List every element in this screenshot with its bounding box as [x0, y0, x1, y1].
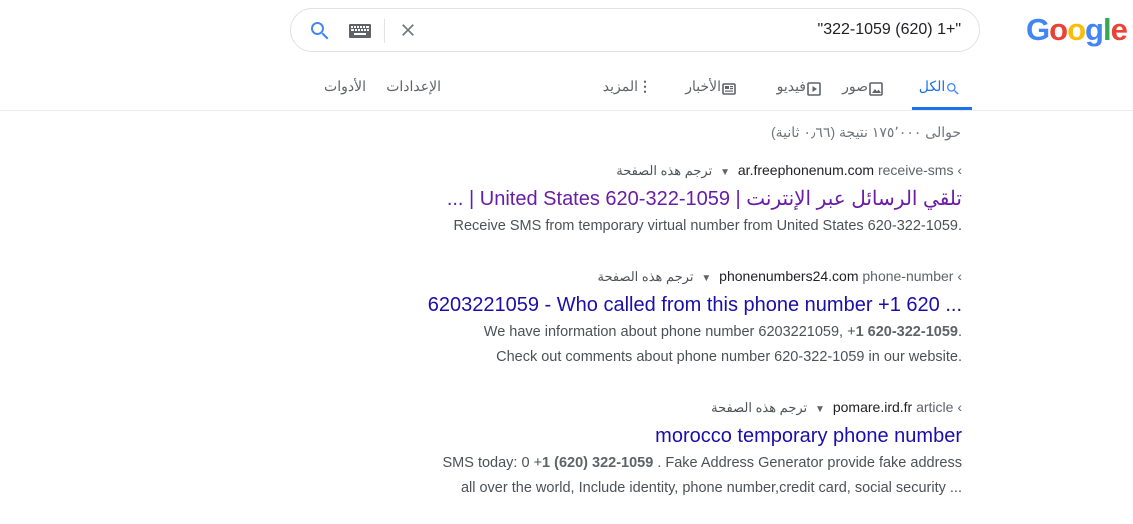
- tab-news-label: الأخبار: [685, 78, 721, 94]
- tabs-divider: [0, 110, 1133, 111]
- search-input[interactable]: "322-1059 (620) 1+": [818, 21, 961, 39]
- result-path: receive-sms ‹: [877, 162, 962, 178]
- logo-letter: G: [1026, 12, 1050, 47]
- result-path: article ‹: [916, 399, 962, 415]
- tab-all-label: الكل: [918, 78, 946, 94]
- google-logo[interactable]: Google: [1026, 12, 1128, 48]
- result-domain: phonenumbers24.com: [719, 268, 859, 284]
- translate-link[interactable]: ترجم هذه الصفحة: [616, 163, 712, 178]
- logo-letter: e: [1110, 12, 1128, 47]
- snippet-highlight: 1 620-322-1059: [855, 324, 958, 340]
- logo-letter: o: [1049, 12, 1068, 47]
- search-icon: [947, 83, 959, 95]
- search-tabs: الكل صور فيديو الأخبار ⋮ المزيد الإعدادا…: [0, 78, 1133, 110]
- result-snippet: Receive SMS from temporary virtual numbe…: [342, 214, 962, 239]
- tab-videos[interactable]: فيديو: [777, 78, 828, 110]
- tab-images-label: صور: [842, 78, 868, 94]
- chevron-down-icon[interactable]: ▼: [815, 404, 825, 415]
- snippet-text: .: [957, 324, 962, 340]
- tab-tools[interactable]: الأدوات: [324, 78, 366, 95]
- result-path: phone-number ‹: [862, 268, 962, 284]
- snippet-text: We have information about phone number 6…: [483, 324, 856, 340]
- result-snippet: We have information about phone number 6…: [342, 320, 962, 370]
- tab-settings[interactable]: الإعدادات: [386, 78, 441, 95]
- tab-news[interactable]: الأخبار: [685, 78, 743, 110]
- search-result: ar.freephonenum.com receive-sms ‹ ▼ ترجم…: [342, 162, 962, 239]
- result-title[interactable]: 6203221059 - Who called from this phone …: [342, 292, 962, 318]
- tab-videos-label: فيديو: [776, 78, 806, 94]
- result-snippet-line: We have information about phone number 6…: [342, 320, 962, 345]
- close-icon[interactable]: [398, 20, 418, 40]
- chevron-down-icon[interactable]: ▼: [720, 167, 730, 178]
- image-icon: [869, 82, 883, 96]
- result-stats: حوالى ١٧٥٬٠٠٠ نتيجة (٠٫٦٦ ثانية): [771, 124, 961, 140]
- result-url[interactable]: ar.freephonenum.com receive-sms ‹ ▼ ترجم…: [342, 162, 962, 180]
- translate-link[interactable]: ترجم هذه الصفحة: [711, 400, 807, 415]
- news-icon: [722, 83, 736, 95]
- search-result: pomare.ird.fr article ‹ ▼ ترجم هذه الصفح…: [342, 399, 963, 501]
- result-snippet-line: all over the world, Include identity, ph…: [460, 480, 962, 496]
- result-snippet-line: Check out comments about phone number 62…: [496, 349, 962, 365]
- search-box[interactable]: "322-1059 (620) 1+": [290, 8, 980, 52]
- snippet-text: . Fake Address Generator provide fake ad…: [653, 455, 962, 471]
- tab-more[interactable]: ⋮ المزيد: [603, 78, 658, 110]
- snippet-highlight: 1 (620) 322-1059: [542, 455, 654, 471]
- search-icon[interactable]: [308, 19, 332, 43]
- logo-letter: l: [1102, 12, 1112, 47]
- tab-all[interactable]: الكل: [912, 78, 972, 110]
- result-snippet-line: SMS today: 0 +1 (620) 322-1059 . Fake Ad…: [342, 451, 963, 476]
- search-result: phonenumbers24.com phone-number ‹ ▼ ترجم…: [342, 268, 962, 370]
- result-url[interactable]: phonenumbers24.com phone-number ‹ ▼ ترجم…: [342, 268, 963, 286]
- logo-letter: o: [1067, 12, 1086, 47]
- search-divider: [384, 19, 385, 43]
- video-icon: [807, 82, 821, 96]
- result-snippet: SMS today: 0 +1 (620) 322-1059 . Fake Ad…: [342, 451, 963, 501]
- result-domain: ar.freephonenum.com: [737, 162, 875, 178]
- result-snippet-line: Receive SMS from temporary virtual numbe…: [453, 218, 962, 234]
- keyboard-icon[interactable]: [349, 24, 371, 38]
- result-domain: pomare.ird.fr: [832, 399, 913, 415]
- more-vert-icon: ⋮: [638, 78, 652, 94]
- translate-link[interactable]: ترجم هذه الصفحة: [598, 269, 694, 284]
- tab-images[interactable]: صور: [842, 78, 890, 110]
- chevron-down-icon[interactable]: ▼: [701, 273, 711, 284]
- logo-letter: g: [1085, 12, 1104, 47]
- result-title[interactable]: تلقي الرسائل عبر الإنترنت | United State…: [342, 186, 962, 212]
- result-url[interactable]: pomare.ird.fr article ‹ ▼ ترجم هذه الصفح…: [342, 399, 962, 417]
- snippet-text: SMS today: 0 +: [442, 455, 543, 471]
- tab-more-label: المزيد: [602, 78, 638, 94]
- result-title[interactable]: morocco temporary phone number: [342, 423, 962, 449]
